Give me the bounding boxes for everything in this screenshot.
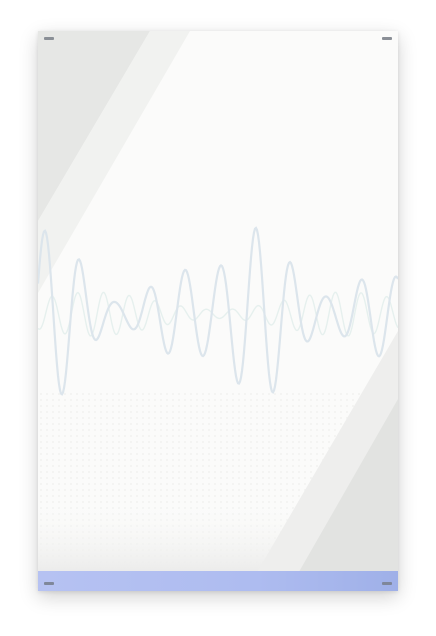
crop-mark-icon (44, 582, 54, 585)
crop-mark-icon (44, 37, 54, 40)
crop-mark-icon (382, 582, 392, 585)
crop-mark-icon (382, 37, 392, 40)
cover-card (38, 31, 398, 591)
page-stage (0, 0, 436, 636)
footer-strip (38, 571, 398, 591)
cover-artwork (38, 31, 398, 591)
